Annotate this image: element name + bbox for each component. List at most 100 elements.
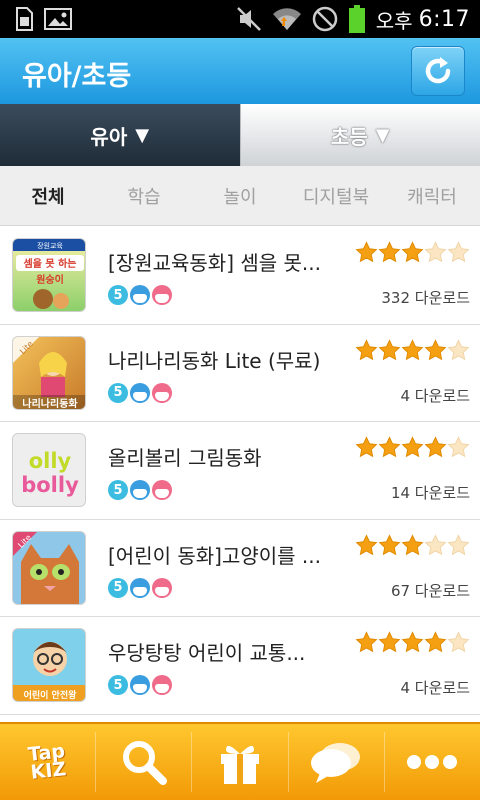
status-bar: 오후 6:17 <box>0 0 480 38</box>
rating-stars <box>355 631 470 654</box>
tab-toddler[interactable]: 유아 ▼ <box>0 104 240 166</box>
star-empty-icon <box>447 436 470 458</box>
more-icon <box>407 755 458 769</box>
app-title: 우당탕탕 어린이 교통... <box>108 641 306 665</box>
thumb-text-2-b: 나리나리동화 <box>22 397 78 410</box>
thumb-text-5-a: 어린이 안전왕 <box>24 689 78 701</box>
thumb-text-1-a: 장원교육 <box>37 241 63 250</box>
refresh-icon <box>425 57 451 84</box>
tab-elementary[interactable]: 초등 ▼ <box>239 104 480 166</box>
refresh-button[interactable] <box>411 46 465 96</box>
tab-digital-book[interactable]: 디지털북 <box>288 166 384 225</box>
tapkiz-logo-button[interactable]: Tap KIZ <box>0 723 95 800</box>
status-ampm: 오후 <box>375 8 413 33</box>
star-empty-icon <box>447 631 470 653</box>
age-badges: 5 <box>108 382 172 403</box>
mute-icon <box>236 7 261 31</box>
app-thumbnail: 장원교육 셈을 못 하는 원숭이 <box>12 238 86 312</box>
battery-icon <box>348 5 365 33</box>
status-time: 6:17 <box>418 6 470 32</box>
app-thumbnail: 어린이 안전왕 <box>12 628 86 702</box>
star-filled-icon <box>378 241 401 263</box>
rating-stars <box>355 241 470 264</box>
star-empty-icon <box>447 533 470 555</box>
search-button[interactable] <box>96 723 191 800</box>
star-filled-icon <box>355 533 378 555</box>
tab-all[interactable]: 전체 <box>0 166 96 225</box>
tapkiz-logo: Tap KIZ <box>27 740 68 784</box>
download-count: 332 다운로드 <box>381 289 470 307</box>
tab-toddler-label: 유아 <box>90 124 128 149</box>
star-empty-icon <box>424 241 447 263</box>
star-filled-icon <box>424 338 447 360</box>
age-badges: 5 <box>108 480 172 500</box>
logo-line-2: KIZ <box>29 758 68 784</box>
star-filled-icon <box>355 631 378 653</box>
rating-stars <box>355 533 470 557</box>
app-title: [장원교육동화] 셈을 못... <box>108 251 321 275</box>
bottom-nav-bar: Tap KIZ <box>0 722 480 800</box>
app-thumbnail: Lite <box>12 530 86 605</box>
list-item[interactable]: Lite 나리나리동화 나리나리동화 Lite (무료) 5 4 다운로드 <box>0 325 480 422</box>
tab-play[interactable]: 놀이 <box>192 166 288 225</box>
star-filled-icon <box>378 436 401 458</box>
tab-elementary-label: 초등 <box>330 124 368 149</box>
wifi-icon <box>272 8 301 30</box>
search-icon <box>122 741 167 785</box>
star-filled-icon <box>378 338 401 360</box>
star-filled-icon <box>378 631 401 653</box>
age-badges: 5 <box>108 285 172 305</box>
page-title: 유아/초등 <box>22 61 132 92</box>
boy-icon <box>130 285 150 305</box>
rating-stars <box>355 338 470 362</box>
thumb-text-1-b: 셈을 못 하는 <box>24 257 77 270</box>
age-segment-tabs: 유아 ▼ 초등 ▼ <box>0 104 480 166</box>
star-filled-icon <box>401 436 424 458</box>
boy-icon <box>130 480 150 500</box>
app-thumbnail: olly bolly <box>12 433 86 507</box>
boy-icon <box>130 382 150 403</box>
age-badge: 5 <box>108 577 128 598</box>
list-item[interactable]: Lite [어린이 동화]고양이를 ... 5 67 다운로드 <box>0 520 480 617</box>
list-item[interactable]: 어린이 안전왕 우당탕탕 어린이 교통... 5 4 다운로드 <box>0 617 480 715</box>
star-filled-icon <box>401 533 424 555</box>
girl-icon <box>152 577 172 598</box>
no-signal-icon <box>312 6 338 32</box>
star-filled-icon <box>424 631 447 653</box>
chat-button[interactable] <box>289 723 384 800</box>
chat-icon <box>311 743 361 783</box>
star-filled-icon <box>355 436 378 458</box>
age-badges: 5 <box>108 577 172 598</box>
girl-icon <box>152 285 172 305</box>
tab-learning[interactable]: 학습 <box>96 166 192 225</box>
girl-icon <box>152 480 172 500</box>
gallery-icon <box>44 8 72 30</box>
download-count: 14 다운로드 <box>390 484 470 502</box>
age-badge: 5 <box>108 285 128 305</box>
app-list: 장원교육 셈을 못 하는 원숭이 [장원교육동화] 셈을 못... 5 332 … <box>0 227 480 717</box>
star-empty-icon <box>447 338 470 360</box>
list-item[interactable]: olly bolly 올리볼리 그림동화 5 14 다운로드 <box>0 422 480 520</box>
star-filled-icon <box>355 338 378 360</box>
chevron-down-icon: ▼ <box>135 124 150 146</box>
tab-character[interactable]: 캐릭터 <box>384 166 480 225</box>
thumb-text-3-a: olly <box>29 449 72 473</box>
star-empty-icon <box>424 533 447 555</box>
thumb-text-1-c: 원숭이 <box>36 273 64 286</box>
category-tabs: 전체 학습 놀이 디지털북 캐릭터 <box>0 166 480 226</box>
rating-stars <box>355 436 470 459</box>
sim-card-icon <box>16 7 33 31</box>
thumb-text-3-b: bolly <box>21 473 79 497</box>
download-count: 67 다운로드 <box>390 581 470 600</box>
girl-icon <box>152 382 172 403</box>
girl-icon <box>152 675 172 695</box>
gift-button[interactable] <box>192 723 287 800</box>
gift-icon <box>220 745 259 784</box>
age-badge: 5 <box>108 675 128 695</box>
age-badges: 5 <box>108 675 172 695</box>
age-badge: 5 <box>108 382 128 403</box>
more-button[interactable] <box>385 723 480 800</box>
star-empty-icon <box>447 241 470 263</box>
list-item[interactable]: 장원교육 셈을 못 하는 원숭이 [장원교육동화] 셈을 못... 5 332 … <box>0 227 480 325</box>
download-count: 4 다운로드 <box>400 386 470 405</box>
